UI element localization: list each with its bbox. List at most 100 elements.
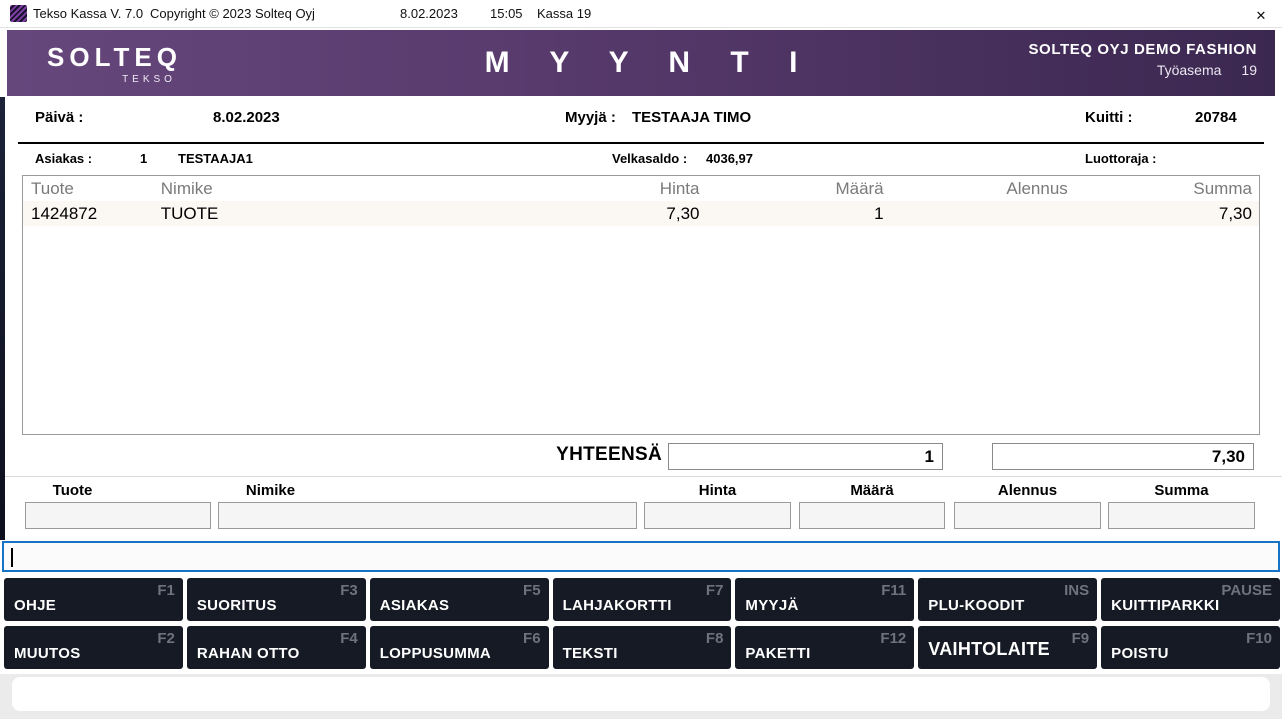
credit-limit-label: Luottoraja :: [1085, 151, 1157, 166]
copyright-text: Copyright © 2023 Solteq Oyj: [150, 6, 315, 21]
function-keys-row2: MUUTOS F2 RAHAN OTTO F4 LOPPUSUMMA F6 TE…: [4, 626, 1280, 669]
button-label: MUUTOS: [14, 645, 81, 662]
button-label: TEKSTI: [562, 645, 618, 662]
fkey-badge: PAUSE: [1221, 582, 1272, 599]
vaihtolaite-button[interactable]: VAIHTOLAITE F9: [918, 626, 1098, 669]
cell-nimike: TUOTE: [160, 203, 219, 223]
close-button[interactable]: ✕: [1248, 2, 1274, 26]
table-header-row: Tuote Nimike Hinta Määrä Alennus Summa: [23, 176, 1259, 201]
paketti-button[interactable]: PAKETTI F12: [735, 626, 915, 669]
sale-lines-table[interactable]: Tuote Nimike Hinta Määrä Alennus Summa 1…: [22, 175, 1260, 435]
button-label: ASIAKAS: [379, 597, 450, 614]
titlebar-register: Kassa 19: [537, 6, 592, 21]
entry-row: Tuote Nimike Hinta Määrä Alennus Summa: [0, 476, 1282, 535]
fkey-badge: F6: [523, 630, 541, 647]
window-title: Tekso Kassa V. 7.0: [33, 6, 144, 21]
fkey-badge: F11: [881, 582, 907, 599]
fkey-badge: F5: [523, 582, 541, 599]
entry-input-maara[interactable]: [799, 502, 945, 529]
col-header-nimike: Nimike: [160, 178, 213, 198]
fkey-badge: F12: [880, 630, 907, 647]
table-row[interactable]: 1424872 TUOTE 7,30 1 7,30: [23, 201, 1259, 226]
app-header: SOLTEQ TEKSO M Y Y N T I SOLTEQ OYJ DEMO…: [7, 30, 1275, 96]
fkey-badge: F10: [1246, 630, 1272, 647]
suoritus-button[interactable]: SUORITUS F3: [186, 578, 366, 621]
fkey-badge: F4: [340, 630, 358, 647]
totals-label: YHTEENSÄ: [556, 444, 662, 465]
rahan-otto-button[interactable]: RAHAN OTTO F4: [186, 626, 366, 669]
entry-input-tuote[interactable]: [25, 502, 211, 529]
fkey-badge: INS: [1064, 582, 1090, 599]
cell-summa: 7,30: [1218, 203, 1252, 223]
col-header-hinta: Hinta: [659, 178, 700, 198]
col-header-maara: Määrä: [835, 178, 884, 198]
balance-label: Velkasaldo :: [612, 151, 688, 166]
app-icon: [10, 5, 27, 22]
customer-name: TESTAAJA1: [178, 151, 253, 166]
total-sum-box: 7,30: [992, 443, 1254, 470]
button-label: POISTU: [1111, 645, 1169, 662]
cell-maara: 1: [874, 203, 884, 223]
entry-input-nimike[interactable]: [218, 502, 637, 529]
fkey-badge: F1: [157, 582, 175, 599]
entry-input-alennus[interactable]: [954, 502, 1101, 529]
button-label: PAKETTI: [745, 645, 811, 662]
total-quantity-box: 1: [668, 443, 943, 470]
button-label: RAHAN OTTO: [196, 645, 300, 662]
button-label: KUITTIPARKKI: [1111, 597, 1220, 614]
receipt-value: 20784: [1195, 109, 1237, 126]
cell-tuote: 1424872: [31, 203, 98, 223]
col-header-alennus: Alennus: [1006, 178, 1068, 198]
store-name: SOLTEQ OYJ DEMO FASHION: [1028, 41, 1257, 58]
totals-bar: YHTEENSÄ 1 7,30: [0, 435, 1282, 476]
fkey-badge: F9: [1071, 630, 1090, 647]
titlebar-time: 15:05: [490, 6, 523, 21]
entry-label-nimike: Nimike: [245, 482, 296, 499]
button-label: SUORITUS: [196, 597, 277, 614]
workstation-number: 19: [1241, 62, 1257, 78]
entry-label-hinta: Hinta: [698, 482, 737, 499]
entry-label-summa: Summa: [1154, 482, 1209, 499]
seller-value: TESTAAJA TIMO: [632, 109, 752, 126]
asiakas-button[interactable]: ASIAKAS F5: [369, 578, 549, 621]
kuittiparkki-button[interactable]: KUITTIPARKKI PAUSE: [1101, 578, 1280, 621]
myyja-button[interactable]: MYYJÄ F11: [735, 578, 915, 621]
button-label: VAIHTOLAITE: [928, 639, 1050, 659]
loppusumma-button[interactable]: LOPPUSUMMA F6: [369, 626, 549, 669]
button-label: PLU-KOODIT: [928, 597, 1025, 614]
pos-window: Tekso Kassa V. 7.0 Copyright © 2023 Solt…: [0, 0, 1282, 719]
entry-input-hinta[interactable]: [644, 502, 791, 529]
entry-label-maara: Määrä: [850, 482, 894, 499]
button-label: OHJE: [14, 597, 57, 614]
bottom-status-area: [0, 674, 1282, 719]
muutos-button[interactable]: MUUTOS F2: [4, 626, 183, 669]
button-label: LAHJAKORTTI: [562, 597, 672, 614]
info-bar: Päivä : 8.02.2023 Myyjä : TESTAAJA TIMO …: [0, 96, 1282, 142]
lahjakortti-button[interactable]: LAHJAKORTTI F7: [552, 578, 732, 621]
ohje-button[interactable]: OHJE F1: [4, 578, 183, 621]
store-info: SOLTEQ OYJ DEMO FASHION Työasema 19: [1028, 41, 1257, 78]
function-keys-row1: OHJE F1 SUORITUS F3 ASIAKAS F5 LAHJAKORT…: [4, 578, 1280, 621]
fkey-badge: F7: [705, 582, 724, 599]
customer-label: Asiakas :: [35, 151, 93, 166]
entry-label-tuote: Tuote: [52, 482, 93, 499]
plu-koodit-button[interactable]: PLU-KOODIT INS: [918, 578, 1098, 621]
poistu-button[interactable]: POISTU F10: [1101, 626, 1280, 669]
entry-input-summa[interactable]: [1108, 502, 1255, 529]
command-input-wrap: [2, 541, 1280, 572]
titlebar: Tekso Kassa V. 7.0 Copyright © 2023 Solt…: [0, 0, 1282, 28]
text-caret: [11, 548, 13, 567]
workstation-label: Työasema: [1156, 62, 1222, 78]
balance-value: 4036,97: [706, 151, 753, 166]
cell-hinta: 7,30: [666, 203, 700, 223]
seller-label: Myyjä :: [565, 109, 616, 126]
teksti-button[interactable]: TEKSTI F8: [552, 626, 732, 669]
fkey-badge: F2: [157, 630, 175, 647]
fkey-badge: F3: [340, 582, 358, 599]
status-bar: [12, 677, 1270, 711]
close-icon: ✕: [1255, 8, 1267, 23]
button-label: MYYJÄ: [745, 597, 799, 614]
window-edge-decoration: [0, 97, 5, 540]
titlebar-date: 8.02.2023: [400, 6, 458, 21]
command-input[interactable]: [2, 541, 1280, 572]
